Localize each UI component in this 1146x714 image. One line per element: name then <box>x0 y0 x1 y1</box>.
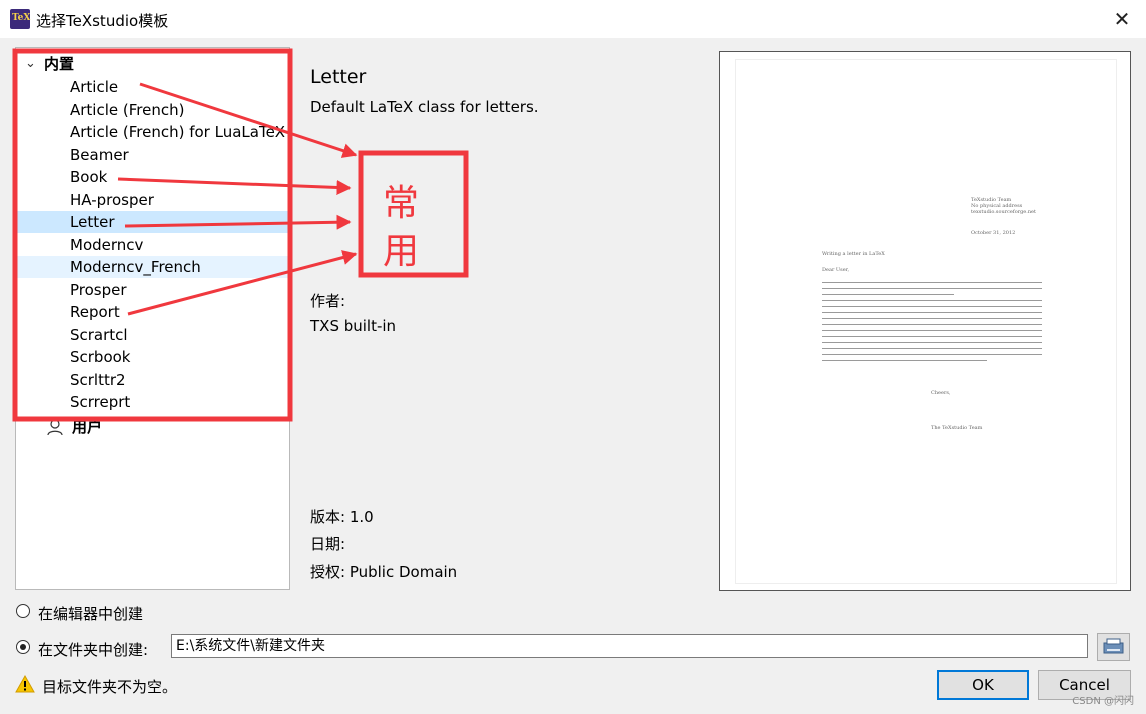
annotation-char: 用 <box>383 231 420 272</box>
arrow-letter <box>124 214 352 230</box>
arrow-article <box>139 82 358 158</box>
annotation-char: 常 <box>383 183 420 224</box>
annotation-overlay <box>12 48 469 422</box>
arrow-book <box>117 177 352 195</box>
annotation-label: 常 用 <box>361 152 467 276</box>
arrow-report <box>127 250 358 316</box>
highlight-frame <box>12 48 293 422</box>
